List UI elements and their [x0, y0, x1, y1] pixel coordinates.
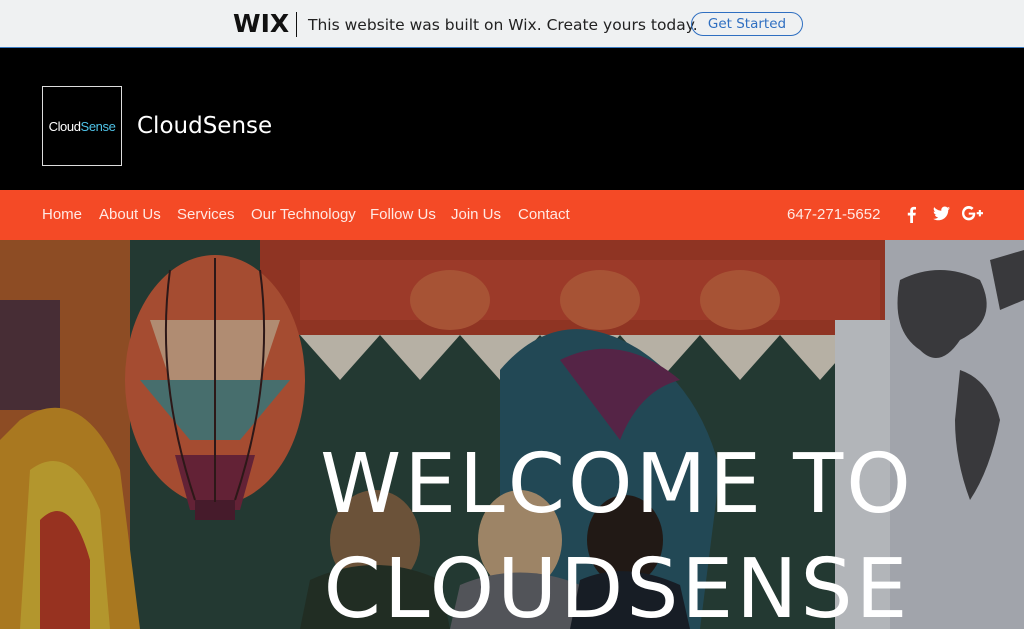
get-started-button[interactable]: Get Started: [691, 12, 803, 36]
nav-item-services[interactable]: Services: [177, 206, 235, 224]
google-plus-icon[interactable]: [962, 206, 983, 226]
site-logo[interactable]: Cloud Sense: [42, 86, 122, 166]
nav-item-follow-us[interactable]: Follow Us: [370, 206, 436, 224]
wix-promo-bar: WIX This website was built on Wix. Creat…: [0, 0, 1024, 48]
nav-item-join-us[interactable]: Join Us: [451, 206, 501, 224]
logo-text-sense: Sense: [80, 118, 116, 134]
nav-item-about-us[interactable]: About Us: [99, 206, 161, 224]
facebook-icon[interactable]: [906, 206, 917, 228]
site-name[interactable]: CloudSense: [137, 111, 272, 141]
phone-number: 647-271-5652: [787, 206, 881, 223]
wix-logo[interactable]: WIX: [233, 10, 289, 38]
nav-item-contact[interactable]: Contact: [518, 206, 570, 224]
main-nav: Home About Us Services Our Technology Fo…: [0, 190, 1024, 240]
hero-title-line-2: CLOUDSENSE: [323, 542, 911, 629]
hero-title-line-1: WELCOME TO: [320, 437, 914, 532]
hero-section: WELCOME TO CLOUDSENSE: [0, 240, 1024, 629]
wix-divider: [296, 12, 297, 37]
nav-item-home[interactable]: Home: [42, 206, 82, 224]
site-header: Cloud Sense CloudSense: [0, 48, 1024, 190]
nav-item-our-technology[interactable]: Our Technology: [251, 206, 356, 224]
twitter-icon[interactable]: [933, 206, 950, 226]
logo-text-cloud: Cloud: [48, 118, 81, 134]
wix-promo-message: This website was built on Wix. Create yo…: [308, 16, 698, 34]
